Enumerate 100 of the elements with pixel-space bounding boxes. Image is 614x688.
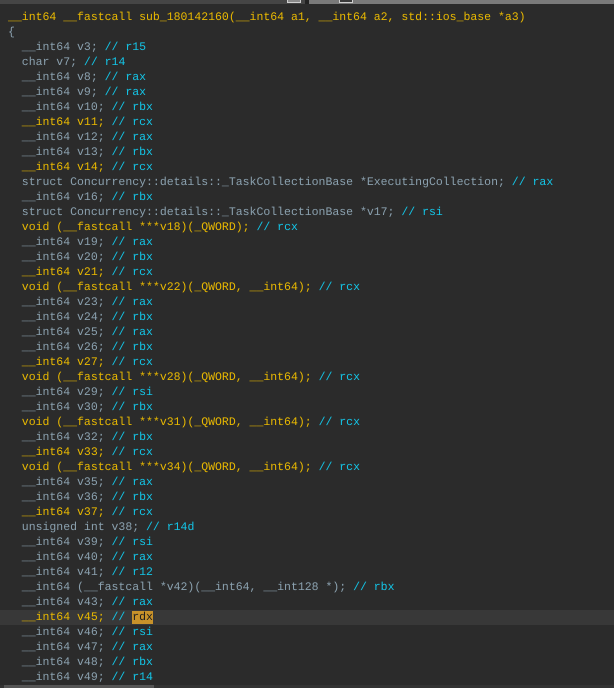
register-name: r14d: [166, 521, 194, 534]
register-name: r14: [132, 671, 153, 684]
register-name: rax: [132, 551, 153, 564]
comment-marker: //: [353, 581, 367, 594]
register-name: rbx: [132, 251, 153, 264]
comment-marker: //: [112, 536, 126, 549]
code-text: __int64 v43;: [20, 596, 105, 609]
comment-marker: //: [112, 671, 126, 684]
code-text: __int64 v8;: [20, 71, 98, 84]
register-name: rcx: [339, 461, 360, 474]
comment-marker: //: [112, 116, 126, 129]
register-name: rax: [132, 596, 153, 609]
code-text: __int64 v33;: [20, 446, 105, 459]
code-text: __int64 v35;: [20, 476, 105, 489]
register-name: rsi: [422, 206, 443, 219]
comment-marker: //: [104, 86, 118, 99]
code-text: void (__fastcall ***v18)(_QWORD);: [20, 221, 250, 234]
register-name: rbx: [132, 491, 153, 504]
comment-marker: //: [112, 641, 126, 654]
comment-marker: //: [318, 281, 332, 294]
register-name: rbx: [132, 101, 153, 114]
comment-marker: //: [112, 596, 126, 609]
code-text: __int64 v40;: [20, 551, 105, 564]
comment-marker: //: [512, 176, 526, 189]
code-text: {: [8, 26, 15, 39]
code-text: __int64 v36;: [20, 491, 105, 504]
comment-marker: //: [318, 371, 332, 384]
code-text: struct Concurrency::details::_TaskCollectionBase *ExecutingCollection;: [20, 176, 505, 189]
register-name: rbx: [132, 191, 153, 204]
code-text: void (__fastcall ***v31)(_QWORD, __int64);: [20, 416, 312, 429]
code-text: struct Concurrency::details::_TaskCollectionBase *v17;: [20, 206, 394, 219]
code-text: __int64 v12;: [20, 131, 105, 144]
register-name: rcx: [339, 281, 360, 294]
register-name: rax: [125, 86, 146, 99]
comment-marker: //: [146, 521, 160, 534]
register-name: rcx: [339, 416, 360, 429]
register-name: rax: [132, 296, 153, 309]
code-text: __int64 v10;: [20, 101, 105, 114]
comment-marker: //: [112, 386, 126, 399]
register-name: rax: [125, 71, 146, 84]
code-text: __int64 v26;: [20, 341, 105, 354]
register-name: rbx: [132, 311, 153, 324]
register-name: rax: [132, 476, 153, 489]
code-text: __int64 (__fastcall *v42)(__int64, __int128 *);: [20, 581, 346, 594]
register-name: rcx: [339, 371, 360, 384]
register-name: rbx: [374, 581, 394, 594]
register-name: rax: [132, 641, 153, 654]
code-text: __int64 v24;: [20, 311, 105, 324]
code-text: __int64 v45;: [20, 611, 105, 624]
comment-marker: //: [112, 446, 126, 459]
code-text: __int64 v27;: [20, 356, 105, 369]
code-text: __int64 v19;: [20, 236, 105, 249]
register-name: rbx: [132, 656, 153, 669]
comment-marker: //: [256, 221, 270, 234]
register-name: rcx: [132, 116, 153, 129]
comment-marker: //: [318, 416, 332, 429]
register-name: r12: [132, 566, 153, 579]
comment-marker: //: [112, 431, 126, 444]
register-name: rax: [132, 326, 153, 339]
code-text: __int64 v49;: [20, 671, 105, 684]
code-text: void (__fastcall ***v22)(_QWORD, __int64);: [20, 281, 312, 294]
comment-marker: //: [112, 491, 126, 504]
code-text: __int64 v23;: [20, 296, 105, 309]
code-text: __int64 v47;: [20, 641, 105, 654]
code-text: void (__fastcall ***v34)(_QWORD, __int64);: [20, 461, 312, 474]
register-name: rdx: [132, 611, 153, 624]
comment-marker: //: [112, 611, 126, 624]
comment-marker: //: [112, 401, 126, 414]
code-text: __int64 v21;: [20, 266, 105, 279]
comment-marker: //: [112, 311, 126, 324]
code-text: __int64 v32;: [20, 431, 105, 444]
code-text: __int64 __fastcall sub_180142160(__int64 a1, __int64 a2, std::ios_base *a3): [8, 11, 526, 24]
code-text: __int64 v37;: [20, 506, 105, 519]
comment-marker: //: [112, 506, 126, 519]
comment-marker: //: [104, 71, 118, 84]
comment-marker: //: [112, 266, 126, 279]
register-name: r14: [104, 56, 126, 69]
register-name: rcx: [132, 506, 153, 519]
code-text: void (__fastcall ***v28)(_QWORD, __int64);: [20, 371, 312, 384]
comment-marker: //: [112, 161, 126, 174]
code-text: __int64 v25;: [20, 326, 105, 339]
code-text: __int64 v3;: [20, 41, 98, 54]
comment-marker: //: [112, 191, 126, 204]
register-name: rax: [532, 176, 554, 189]
comment-marker: //: [112, 356, 126, 369]
comment-marker: //: [112, 251, 126, 264]
code-text: __int64 v46;: [20, 626, 105, 639]
code-text: __int64 v29;: [20, 386, 105, 399]
comment-marker: //: [112, 296, 126, 309]
register-name: rax: [132, 131, 153, 144]
comment-marker: //: [112, 101, 126, 114]
register-name: rsi: [132, 626, 153, 639]
code-text: __int64 v13;: [20, 146, 105, 159]
comment-marker: //: [112, 236, 126, 249]
code-text: unsigned int v38;: [20, 521, 140, 534]
code-text: __int64 v9;: [20, 86, 98, 99]
comment-marker: //: [112, 551, 126, 564]
register-name: rbx: [132, 401, 153, 414]
register-name: rbx: [132, 431, 153, 444]
comment-marker: //: [318, 461, 332, 474]
